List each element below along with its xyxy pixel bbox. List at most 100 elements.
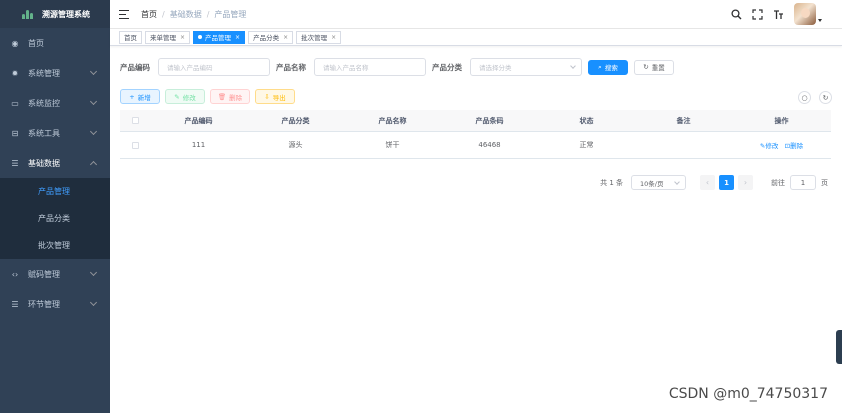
close-icon[interactable]: × <box>331 34 336 41</box>
chevron-down-icon <box>570 63 576 69</box>
row-delete-link[interactable]: ⊡删除 <box>785 142 803 150</box>
breadcrumb-separator: / <box>162 9 165 19</box>
select-all-cell <box>120 117 150 124</box>
list-icon: ☰ <box>11 299 19 309</box>
select-placeholder: 请选择分类 <box>479 64 512 72</box>
breadcrumb-current: 产品管理 <box>214 9 247 19</box>
column-header: 产品名称 <box>378 116 407 125</box>
breadcrumb-home[interactable]: 首页 <box>141 9 157 20</box>
column-header: 操作 <box>774 116 789 125</box>
tag-batch-manage[interactable]: 批次管理 × <box>296 30 342 44</box>
sidebar-item-label: 基础数据 <box>28 158 60 168</box>
watermark: CSDN @m0_74750317 <box>668 386 828 402</box>
active-dot-icon <box>198 35 203 39</box>
refresh-icon: ↻ <box>643 63 649 71</box>
sidebar-item-tools[interactable]: ⊟ 系统工具 <box>0 118 110 148</box>
navbar: 首页 / 基础数据 / 产品管理 <box>110 0 842 29</box>
close-icon[interactable]: × <box>235 34 240 41</box>
sidebar-item-basic-data[interactable]: ☰ 基础数据 <box>0 148 110 178</box>
sidebar-item-label: 赋码管理 <box>28 269 60 279</box>
column-header: 产品分类 <box>281 116 310 125</box>
avatar[interactable] <box>794 3 816 25</box>
chevron-down-icon <box>89 268 98 277</box>
table-row: 111 源头 饼干 46468 正常 ✎修改 ⊡删除 <box>120 132 831 159</box>
product-category-select[interactable]: 请选择分类 <box>470 58 582 76</box>
reset-button-label: 重置 <box>651 64 665 72</box>
toolbox-icon: ⊟ <box>11 128 19 138</box>
product-code-input[interactable]: 请输入产品编码 <box>158 58 270 76</box>
reset-button[interactable]: ↻ 重置 <box>634 59 674 75</box>
plus-icon: + <box>129 92 135 101</box>
export-button[interactable]: ⇩ 导出 <box>255 89 295 104</box>
sidebar-item-label: 首页 <box>28 38 44 48</box>
sidebar-item-label: 系统监控 <box>28 98 60 108</box>
edit-button-label: 修改 <box>182 93 196 102</box>
chevron-left-icon: ‹ <box>705 178 710 187</box>
fullscreen-icon[interactable] <box>751 8 763 20</box>
tag-label: 批次管理 <box>301 34 328 42</box>
refresh-button[interactable]: ↻ <box>819 91 832 104</box>
search-icon[interactable] <box>730 8 742 20</box>
sidebar-item-product-manage[interactable]: 产品管理 <box>0 178 110 205</box>
breadcrumb-basic-data: 基础数据 <box>169 9 202 19</box>
sidebar-item-code-manage[interactable]: ‹› 赋码管理 <box>0 259 110 289</box>
sidebar-item-product-category[interactable]: 产品分类 <box>0 205 110 232</box>
app-logo[interactable]: 溯源管理系统 <box>0 0 110 28</box>
tag-product-manage[interactable]: 产品管理 × <box>193 30 246 44</box>
tag-label: 首页 <box>124 34 137 42</box>
close-icon[interactable]: × <box>283 34 288 41</box>
product-name-input[interactable]: 请输入产品名称 <box>314 58 426 76</box>
chevron-down-icon <box>89 127 98 136</box>
page-size-select[interactable]: 10条/页 <box>631 175 686 190</box>
select-all-checkbox[interactable] <box>131 117 139 124</box>
sidebar-item-label: 环节管理 <box>28 299 60 309</box>
next-page-button[interactable]: › <box>738 175 753 190</box>
sidebar-item-system[interactable]: ✹ 系统管理 <box>0 58 110 88</box>
tag-product-category[interactable]: 产品分类 × <box>248 30 294 44</box>
prev-page-button[interactable]: ‹ <box>700 175 715 190</box>
download-icon: ⇩ <box>264 92 270 101</box>
goto-page-input[interactable]: 1 <box>790 175 816 190</box>
sidebar-item-batch-manage[interactable]: 批次管理 <box>0 232 110 259</box>
add-button-label: 新增 <box>137 93 151 102</box>
code-icon: ‹› <box>11 269 19 279</box>
sidebar-item-stage-manage[interactable]: ☰ 环节管理 <box>0 289 110 319</box>
row-checkbox[interactable] <box>131 141 139 149</box>
product-category-label: 产品分类 <box>432 62 462 72</box>
delete-button[interactable]: 🗑 删除 <box>210 89 250 104</box>
hamburger-icon[interactable] <box>119 9 129 19</box>
sidebar-item-label: 系统管理 <box>28 68 60 78</box>
product-code-label: 产品编码 <box>120 62 150 72</box>
chevron-down-icon <box>89 97 98 106</box>
add-button[interactable]: + 新增 <box>120 89 160 104</box>
toggle-search-button[interactable]: ○ <box>798 91 811 104</box>
sidebar-item-label: 系统工具 <box>28 128 60 138</box>
page-number-current[interactable]: 1 <box>719 175 734 190</box>
search-button[interactable]: ⌕ 搜索 <box>588 59 628 75</box>
tag-label: 来单管理 <box>150 34 176 42</box>
tag-order-manage[interactable]: 来单管理 × <box>145 30 191 44</box>
page-size-value: 10条/页 <box>640 179 664 188</box>
column-header: 状态 <box>579 116 594 125</box>
trash-icon: 🗑 <box>217 92 227 101</box>
close-icon[interactable]: × <box>180 34 185 41</box>
list-icon: ☰ <box>11 158 19 168</box>
search-icon: ⌕ <box>598 62 602 71</box>
chevron-down-icon <box>674 179 680 185</box>
row-edit-link[interactable]: ✎修改 <box>760 142 778 150</box>
font-size-icon[interactable] <box>772 8 784 20</box>
sidebar-item-monitor[interactable]: ▭ 系统监控 <box>0 88 110 118</box>
search-icon: ○ <box>801 93 808 102</box>
sidebar-item-home[interactable]: ◉ 首页 <box>0 28 110 58</box>
settings-drawer-handle[interactable] <box>836 330 842 364</box>
chevron-right-icon: › <box>743 178 748 187</box>
column-header: 产品编码 <box>184 116 213 125</box>
chevron-up-icon <box>89 160 98 169</box>
caret-down-icon[interactable] <box>818 18 822 22</box>
page-unit-label: 页 <box>821 178 828 187</box>
tag-home[interactable]: 首页 <box>119 30 142 44</box>
tag-label: 产品管理 <box>205 34 232 42</box>
pagination-total: 共 1 条 <box>600 178 623 187</box>
row-delete-label: 删除 <box>790 142 804 150</box>
edit-button[interactable]: ✎ 修改 <box>165 89 205 104</box>
